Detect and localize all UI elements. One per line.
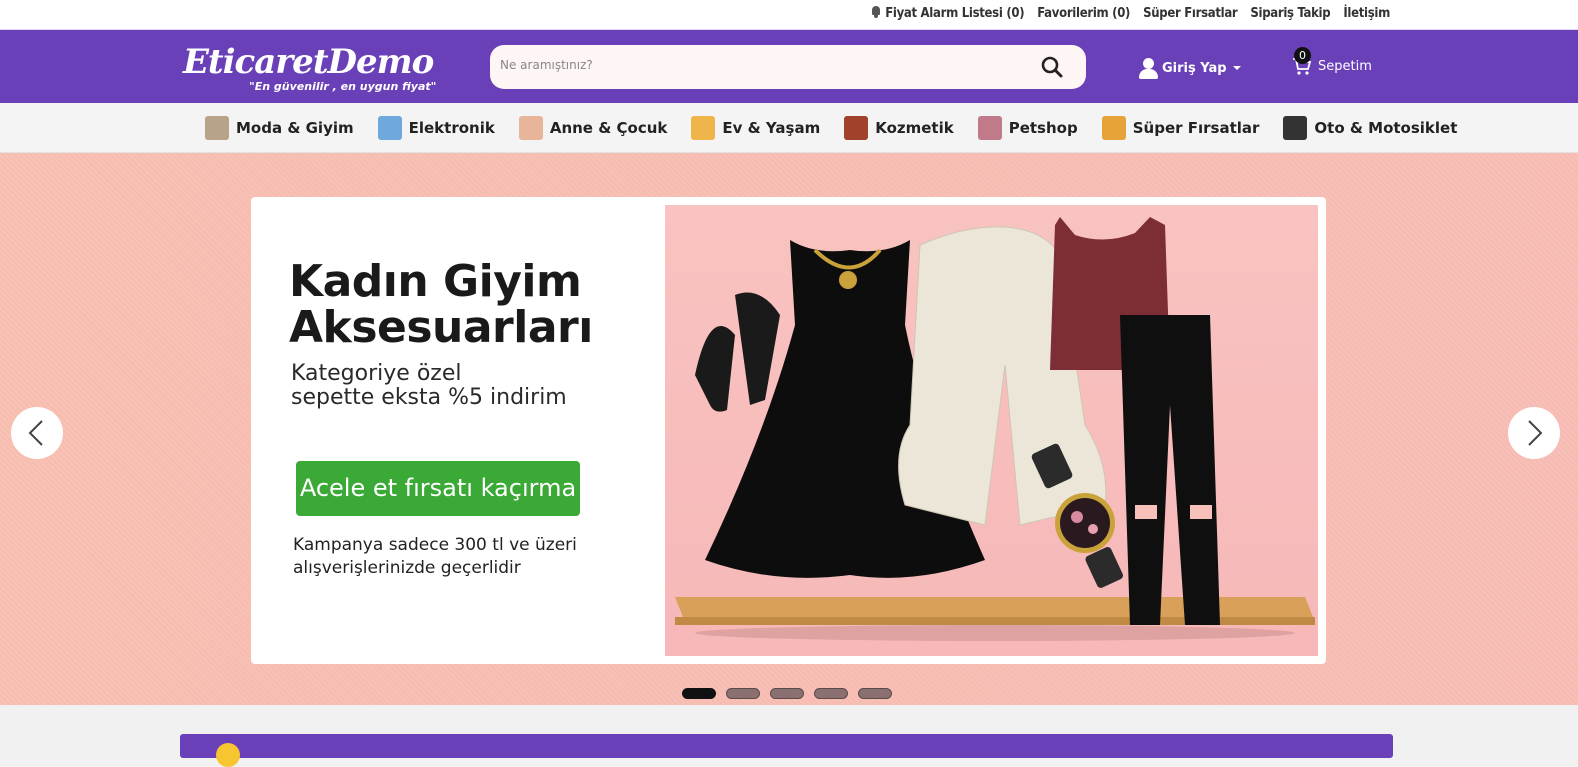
slide-note-line: alışverişlerinizde geçerlidir — [293, 558, 521, 578]
logo-name: EticaretDemo — [183, 42, 434, 82]
contact-link[interactable]: İletişim — [1343, 6, 1390, 21]
slide-title: Kadın Giyim Aksesuarları — [289, 256, 593, 353]
category-label: Petshop — [1008, 119, 1078, 137]
slide-subtitle-line: Kategoriye özel — [291, 361, 462, 386]
emoji-icon — [216, 743, 240, 767]
slider-prev-button[interactable] — [11, 407, 63, 459]
slide-note-line: Kampanya sadece 300 tl ve üzeri — [293, 535, 577, 555]
category-label: Kozmetik — [875, 119, 954, 137]
category-label: Ev & Yaşam — [722, 119, 821, 137]
phone-icon — [377, 116, 402, 140]
cta-button[interactable]: Acele et fırsatı kaçırma — [296, 461, 580, 516]
user-icon — [1138, 57, 1158, 79]
category-nav: Moda & Giyim Elektronik Anne & Çocuk Ev & Y… — [0, 103, 1578, 153]
chevron-right-icon — [1528, 420, 1543, 446]
category-label: Süper Fırsatlar — [1132, 119, 1260, 137]
search-icon — [1041, 56, 1063, 78]
login-button[interactable]: Giriş Yap — [1138, 57, 1241, 79]
slide-subtitle-line: sepette eksta %5 indirim — [291, 385, 567, 410]
search-button[interactable] — [1026, 53, 1076, 81]
category-item[interactable]: Oto & Motosiklet — [1283, 116, 1457, 140]
search-box — [490, 45, 1086, 89]
logo-tagline: "En güvenilir , en uygun fiyat" — [249, 80, 437, 93]
deal-badge-icon — [1101, 116, 1126, 140]
tire-icon — [1283, 116, 1308, 140]
section-bar — [180, 734, 1393, 767]
makeup-icon — [844, 116, 869, 140]
category-item[interactable]: Moda & Giyim — [205, 116, 354, 140]
slide-subtitle: Kategoriye özel sepette eksta %5 indirim — [291, 362, 631, 410]
slider-next-button[interactable] — [1508, 407, 1560, 459]
search-input[interactable] — [500, 58, 1000, 72]
price-alarm-link[interactable]: Fiyat Alarm Listesi (0) — [871, 6, 1025, 21]
category-label: Oto & Motosiklet — [1314, 119, 1458, 137]
outfit-illustration — [675, 217, 1315, 641]
chevron-down-icon — [1232, 66, 1241, 70]
main-header: EticaretDemo "En güvenilir , en uygun fi… — [0, 29, 1578, 103]
hero-slider: Kadın Giyim Aksesuarları Kategoriye özel… — [0, 153, 1578, 705]
cart-count-badge: 0 — [1294, 47, 1311, 64]
hero-slide: Kadın Giyim Aksesuarları Kategoriye özel… — [251, 197, 1326, 664]
slider-dot[interactable] — [814, 688, 848, 699]
category-item[interactable]: Petshop — [977, 116, 1078, 140]
slider-dot[interactable] — [682, 688, 716, 699]
cart-label: Sepetim — [1318, 58, 1372, 74]
pet-icon — [977, 116, 1002, 140]
slider-dot[interactable] — [858, 688, 892, 699]
login-label: Giriş Yap — [1162, 60, 1227, 76]
category-label: Elektronik — [408, 119, 495, 137]
clothing-icon — [205, 116, 229, 140]
slider-dot[interactable] — [726, 688, 760, 699]
baby-icon — [518, 116, 543, 140]
slider-dot[interactable] — [770, 688, 804, 699]
top-utility-bar: Fiyat Alarm Listesi (0) Favorilerim (0) … — [0, 0, 1578, 29]
category-item[interactable]: Anne & Çocuk — [518, 116, 668, 140]
order-tracking-link[interactable]: Sipariş Takip — [1250, 6, 1330, 21]
category-item[interactable]: Kozmetik — [844, 116, 954, 140]
super-deals-link[interactable]: Süper Fırsatlar — [1143, 6, 1238, 21]
utility-links: Fiyat Alarm Listesi (0) Favorilerim (0) … — [871, 6, 1390, 21]
slider-pagination — [682, 688, 892, 699]
category-item[interactable]: Süper Fırsatlar — [1101, 116, 1260, 140]
chevron-left-icon — [28, 420, 43, 446]
cart-button[interactable]: 0 Sepetim — [1292, 47, 1372, 76]
site-logo[interactable]: EticaretDemo "En güvenilir , en uygun fi… — [183, 42, 436, 93]
lamp-icon — [691, 116, 716, 140]
category-label: Anne & Çocuk — [549, 119, 668, 137]
favorites-link[interactable]: Favorilerim (0) — [1037, 6, 1130, 21]
category-label: Moda & Giyim — [236, 119, 354, 137]
bell-icon — [871, 6, 881, 18]
category-item[interactable]: Elektronik — [377, 116, 495, 140]
slide-note: Kampanya sadece 300 tl ve üzeri alışveri… — [293, 534, 613, 580]
category-item[interactable]: Ev & Yaşam — [691, 116, 820, 140]
product-image[interactable] — [665, 205, 1318, 656]
